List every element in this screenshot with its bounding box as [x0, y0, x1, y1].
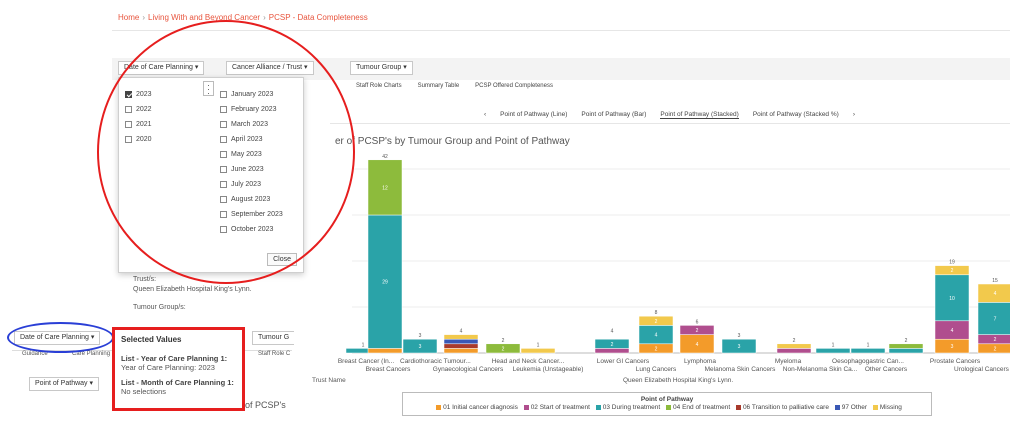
bar-segment-label: 2: [951, 268, 954, 274]
x-label-head-neck: Head and Neck Cancer...: [491, 358, 565, 365]
bar-total-label: 42: [382, 154, 388, 160]
highlight-circle-red: [97, 20, 355, 284]
bar-segment-label: 10: [949, 296, 955, 302]
inset-tab-staff[interactable]: Staff Role C: [258, 351, 290, 357]
bar-total-label: 2: [905, 338, 908, 344]
bar-total-label: 6: [696, 319, 699, 325]
x-label-non-melanoma: Non-Melanoma Skin Ca...: [782, 366, 858, 373]
bar-segment[interactable]: [850, 348, 886, 354]
bar-total-label: 1: [832, 342, 835, 348]
x-label-oesophagogastric: Oesophagogastric Can...: [832, 358, 904, 365]
bar-total-label: 1: [867, 342, 870, 348]
bar-segment-label: 2: [696, 328, 699, 334]
bar-total-label: 2: [793, 338, 796, 344]
x-label-breast: Breast Cancers: [365, 366, 411, 373]
trust-name-value: Queen Elizabeth Hospital King's Lynn.: [623, 377, 734, 384]
legend-swatch-97: [834, 404, 840, 410]
bar-segment[interactable]: [888, 343, 924, 349]
bar-segment[interactable]: [776, 343, 812, 349]
bar-segment-label: 2: [502, 346, 505, 352]
legend-swatch-02: [523, 404, 529, 410]
bar-segment[interactable]: [443, 348, 479, 354]
x-label-myeloma: Myeloma: [774, 358, 802, 365]
selected-values-panel: Selected Values List - Year of Care Plan…: [112, 327, 245, 411]
legend-swatch-04: [666, 404, 672, 410]
chart-legend: Point of Pathway 01 Initial cancer diagn…: [402, 392, 932, 416]
bar-segment-label: 3: [951, 344, 954, 350]
bar-segment[interactable]: [594, 348, 630, 354]
bar-segment-label: 2: [611, 342, 614, 348]
bar-total-label: 1: [362, 342, 365, 348]
bar-segment-label: 2: [994, 346, 997, 352]
bar-segment[interactable]: [520, 348, 556, 354]
x-label-other: Other Cancers: [864, 366, 908, 373]
legend-swatch-03: [595, 404, 601, 410]
point-of-pathway-button[interactable]: Point of Pathway ▾: [29, 377, 99, 391]
x-label-lung: Lung Cancers: [635, 366, 677, 373]
selected-year-value: Year of Care Planning: 2023: [121, 363, 215, 372]
bar-total-label: 4: [611, 329, 614, 335]
x-label-lower-gi: Lower GI Cancers: [596, 358, 650, 365]
bar-total-label: 19: [949, 260, 955, 266]
legend-item-06[interactable]: 06 Transition to palliative care: [743, 404, 829, 411]
bar-segment-label: 4: [655, 333, 658, 339]
bar-segment-label: 3: [419, 344, 422, 350]
highlight-circle-blue: [7, 322, 114, 353]
legend-swatch-missing: [872, 404, 878, 410]
bar-total-label: 3: [419, 333, 422, 339]
bar-segment[interactable]: [367, 348, 403, 354]
legend-item-01[interactable]: 01 Initial cancer diagnosis: [443, 404, 518, 411]
bar-total-label: 1: [537, 342, 540, 348]
legend-title: Point of Pathway: [640, 396, 694, 403]
legend-item-03[interactable]: 03 During treatment: [603, 404, 660, 411]
bar-total-label: 15: [992, 278, 998, 284]
bar-segment[interactable]: [443, 343, 479, 349]
bar-segment-label: 2: [994, 337, 997, 343]
bar-total-label: 8: [655, 310, 658, 316]
bar-segment-label: 4: [994, 291, 997, 297]
trust-name-label: Trust Name: [312, 377, 346, 384]
legend-item-04[interactable]: 04 End of treatment: [673, 404, 730, 411]
bar-segment-label: 29: [382, 280, 388, 286]
selected-month-label: List - Month of Care Planning 1:: [121, 378, 234, 387]
bar-total-label: 4: [460, 329, 463, 335]
bar-segment[interactable]: [443, 334, 479, 340]
legend-swatch-01: [436, 404, 442, 410]
legend-item-missing[interactable]: Missing: [880, 404, 902, 411]
x-label-breast-in: Breast Cancer (In...: [337, 358, 395, 365]
x-label-melanoma: Melanoma Skin Cancers: [704, 366, 776, 373]
bar-total-label: 3: [738, 333, 741, 339]
selected-year-label: List - Year of Care Planning 1:: [121, 354, 228, 363]
selected-values-heading: Selected Values: [121, 335, 182, 344]
inset-tumour-filter-button[interactable]: Tumour G: [252, 331, 295, 345]
x-label-urological: Urological Cancers: [954, 366, 1009, 373]
bar-segment-label: 2: [655, 319, 658, 325]
bar-segment[interactable]: [776, 348, 812, 354]
bar-segment-label: 4: [696, 342, 699, 348]
bar-segment-label: 7: [994, 317, 997, 323]
bar-segment-label: 4: [951, 328, 954, 334]
x-label-lymphoma: Lymphoma: [684, 358, 716, 365]
x-label-leukemia: Leukemia (Unstageable): [512, 366, 584, 373]
inset-chart-title: of PCSP's: [245, 400, 286, 410]
x-label-gynaecological: Gynaecological Cancers: [432, 366, 504, 373]
x-label-prostate: Prostate Cancers: [929, 358, 981, 365]
bar-segment[interactable]: [888, 348, 924, 354]
bar-segment-label: 3: [738, 344, 741, 350]
bar-segment[interactable]: [815, 348, 851, 354]
bar-total-label: 2: [502, 338, 505, 344]
legend-item-97[interactable]: 97 Other: [842, 404, 867, 411]
bar-segment[interactable]: [443, 338, 479, 345]
bar-segment-label: 2: [655, 346, 658, 352]
legend-swatch-06: [735, 404, 741, 410]
selected-month-value: No selections: [121, 387, 167, 396]
x-label-cardiothoracic: Cardiothoracic Tumour...: [400, 358, 471, 365]
legend-item-02[interactable]: 02 Start of treatment: [531, 404, 590, 411]
bar-segment-label: 12: [382, 185, 388, 191]
